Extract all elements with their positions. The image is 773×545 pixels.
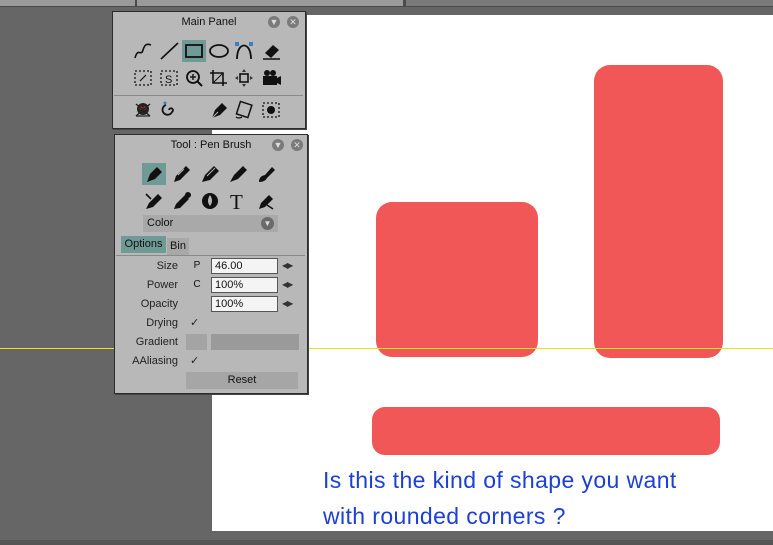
rotate-paper-icon[interactable]	[232, 99, 256, 121]
tool-panel-title-bar[interactable]: Tool : Pen Brush ▼ ✕	[115, 135, 307, 155]
eraser-icon[interactable]	[259, 40, 283, 62]
dropper-icon[interactable]	[170, 190, 194, 212]
drying-checkbox[interactable]: ✓	[190, 316, 199, 329]
pencil-icon[interactable]	[170, 163, 194, 185]
power-field[interactable]: 100%	[211, 277, 278, 293]
rounded-tall-rectangle-shape[interactable]	[594, 65, 723, 358]
tool-panel-title: Tool : Pen Brush	[170, 139, 252, 151]
drying-label: Drying	[146, 317, 178, 329]
canvas-message: Is this the kind of shape you want with …	[323, 462, 763, 534]
top-bar	[0, 0, 773, 7]
top-tab-1[interactable]	[0, 0, 135, 6]
chevron-down-icon: ▼	[261, 217, 274, 230]
rounded-bar-shape[interactable]	[372, 407, 720, 455]
color-dropdown-label: Color	[147, 217, 174, 229]
tab-bin[interactable]: Bin	[167, 238, 189, 255]
close-icon[interactable]: ✕	[287, 16, 299, 28]
top-tab-3[interactable]	[406, 0, 773, 6]
pen-brush-icon[interactable]	[142, 163, 166, 185]
line-icon[interactable]	[157, 40, 181, 62]
freehand-icon[interactable]	[131, 40, 155, 62]
main-panel-separator	[114, 95, 303, 96]
top-tab-2[interactable]	[137, 0, 403, 6]
move-icon[interactable]	[232, 67, 256, 89]
rounded-square-shape[interactable]	[376, 202, 538, 357]
marker-icon[interactable]	[198, 163, 222, 185]
ellipse-icon[interactable]	[207, 40, 231, 62]
aaliasing-checkbox[interactable]: ✓	[190, 354, 199, 367]
svg-text:S: S	[165, 74, 172, 86]
bezier-icon[interactable]	[232, 40, 256, 62]
skull-icon[interactable]	[131, 99, 155, 121]
power-label: Power	[146, 279, 178, 291]
power-flag[interactable]: C	[190, 279, 204, 290]
collapse-icon[interactable]: ▼	[268, 16, 280, 28]
message-line-2: with rounded corners ?	[323, 503, 566, 529]
gradient-label: Gradient	[135, 336, 178, 348]
crop-icon[interactable]	[207, 67, 231, 89]
gradient-picker[interactable]	[211, 334, 299, 350]
opacity-label: Opacity	[140, 298, 178, 310]
lasso-select-icon[interactable]	[131, 67, 155, 89]
texture-icon[interactable]	[259, 99, 283, 121]
fill-pen-icon[interactable]	[254, 190, 278, 212]
close-icon[interactable]: ✕	[291, 139, 303, 151]
color-dropdown[interactable]: Color ▼	[143, 215, 278, 232]
water-drop-icon[interactable]	[198, 190, 222, 212]
pen-nib-icon[interactable]	[207, 99, 231, 121]
svg-text:T: T	[230, 191, 243, 211]
brush-icon[interactable]	[226, 163, 250, 185]
size-stepper[interactable]: ◀▶	[282, 261, 293, 270]
power-stepper[interactable]: ◀▶	[282, 280, 293, 289]
select-s-icon[interactable]: S	[157, 67, 181, 89]
tabs-separator	[116, 255, 305, 256]
zoom-icon[interactable]	[182, 67, 206, 89]
collapse-icon[interactable]: ▼	[272, 139, 284, 151]
tab-options[interactable]: Options	[121, 236, 166, 253]
message-line-1: Is this the kind of shape you want	[323, 467, 677, 493]
rectangle-icon[interactable]	[182, 40, 206, 62]
aaliasing-label: AAliasing	[132, 355, 178, 367]
opacity-stepper[interactable]: ◀▶	[282, 299, 293, 308]
text-tool-icon[interactable]: T	[226, 190, 250, 212]
camera-icon[interactable]	[259, 67, 283, 89]
size-label: Size	[156, 260, 178, 272]
opacity-field[interactable]: 100%	[211, 296, 278, 312]
main-panel-title: Main Panel	[181, 16, 237, 28]
main-panel-title-bar[interactable]: Main Panel ▼ ✕	[113, 12, 305, 32]
reset-button[interactable]: Reset	[186, 372, 298, 389]
size-field[interactable]: 46.00	[211, 258, 278, 274]
spiral-icon[interactable]	[157, 99, 181, 121]
smudge-icon[interactable]	[142, 190, 166, 212]
gradient-toggle[interactable]	[186, 334, 207, 350]
bottom-bar	[0, 540, 773, 545]
size-pressure-flag[interactable]: P	[190, 260, 204, 271]
airbrush-icon[interactable]	[254, 163, 278, 185]
